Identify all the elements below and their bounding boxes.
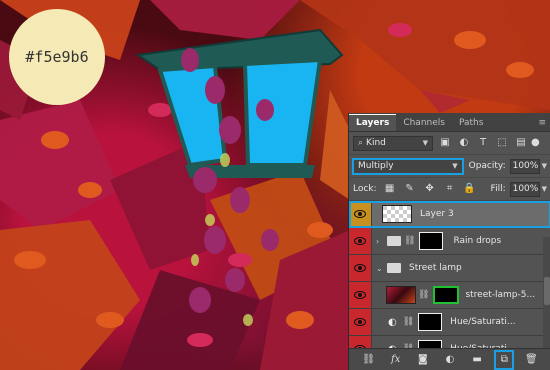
opacity-value: 100% [512, 161, 539, 171]
filter-row: ⌕ Kind ▼ ▣ ◐ T ⬚ ▤ ● [349, 132, 550, 155]
new-layer-icon[interactable]: ⧉ [494, 349, 515, 370]
layer-name: street-lamp-5... [465, 290, 536, 300]
tab-layers[interactable]: Layers [349, 114, 397, 131]
lock-row: Lock: ▦ ✎ ✥ ⌗ 🔒 Fill: 100% ▼ [349, 178, 550, 201]
layer-thumbnail [382, 205, 412, 223]
visibility-eye-icon[interactable] [349, 282, 372, 308]
lock-all-icon[interactable]: 🔒 [463, 182, 477, 196]
adjustment-filter-icon[interactable]: ◐ [457, 136, 471, 150]
layers-scrollbar[interactable] [543, 237, 550, 355]
blend-mode-select[interactable]: Multiply ▼ [353, 158, 463, 174]
blend-mode-value: Multiply [358, 161, 394, 171]
layer-row-layer-3[interactable]: Layer 3 [349, 201, 550, 228]
color-swatch-circle: #f5e9b6 [9, 9, 105, 105]
tab-paths[interactable]: Paths [452, 115, 490, 131]
smart-object-filter-icon[interactable]: ▤ [514, 136, 528, 150]
opacity-dropdown-icon[interactable]: ▼ [542, 162, 547, 170]
chevron-down-icon[interactable]: ⌄ [376, 264, 384, 273]
new-group-folder-icon[interactable]: ▬ [470, 353, 484, 367]
fill-input[interactable]: 100% [509, 181, 540, 197]
link-icon[interactable]: ⛓ [403, 317, 414, 327]
filter-toggle-icon[interactable]: ● [531, 136, 540, 150]
chevron-right-icon[interactable]: › [376, 237, 384, 246]
visibility-eye-icon[interactable] [349, 228, 372, 254]
folder-icon [387, 236, 401, 246]
opacity-input[interactable]: 100% [509, 158, 540, 174]
layer-row-hue-saturation-1[interactable]: ◐ ⛓ Hue/Saturati... [349, 309, 550, 336]
layers-panel: Layers Channels Paths ≡ ⌕ Kind ▼ ▣ ◐ T ⬚… [348, 113, 550, 370]
chevron-down-icon: ▼ [452, 162, 458, 170]
lock-label: Lock: [353, 184, 377, 194]
layer-list: Layer 3 › ⛓ Rain drops ⌄ Street lamp ⛓ s… [349, 201, 550, 363]
lock-position-icon[interactable]: ✥ [423, 182, 437, 196]
add-mask-icon[interactable]: ◙ [416, 353, 430, 367]
blend-row: Multiply ▼ Opacity: 100% ▼ [349, 155, 550, 178]
pixel-filter-icon[interactable]: ▣ [438, 136, 452, 150]
panel-tabs: Layers Channels Paths ≡ [349, 113, 550, 132]
fill-label: Fill: [490, 184, 506, 194]
new-adjustment-icon[interactable]: ◐ [443, 353, 457, 367]
opacity-label: Opacity: [468, 161, 506, 171]
folder-icon [387, 263, 401, 273]
chevron-down-icon: ▼ [422, 139, 428, 147]
layer-name: Rain drops [453, 236, 502, 246]
fill-value: 100% [512, 184, 539, 194]
type-filter-icon[interactable]: T [476, 136, 490, 150]
adjustment-layer-icon: ◐ [388, 316, 397, 328]
layer-name: Layer 3 [420, 209, 454, 219]
layer-row-street-lamp[interactable]: ⌄ Street lamp [349, 255, 550, 282]
layer-name: Street lamp [409, 263, 462, 273]
mask-thumbnail [418, 313, 443, 331]
lock-paint-icon[interactable]: ✎ [403, 182, 417, 196]
layer-row-rain-drops[interactable]: › ⛓ Rain drops [349, 228, 550, 255]
visibility-eye-icon[interactable] [349, 255, 372, 281]
lock-artboard-icon[interactable]: ⌗ [443, 182, 457, 196]
mask-thumbnail[interactable] [433, 286, 460, 304]
fill-dropdown-icon[interactable]: ▼ [542, 185, 547, 193]
visibility-eye-icon[interactable] [349, 309, 372, 335]
delete-layer-icon[interactable]: 🗑 [524, 353, 538, 367]
search-icon: ⌕ [358, 138, 364, 148]
link-layers-icon[interactable]: ⛓ [362, 353, 376, 367]
color-swatch-label: #f5e9b6 [25, 48, 89, 66]
layer-row-street-lamp-image[interactable]: ⛓ street-lamp-5... [349, 282, 550, 309]
scrollbar-thumb[interactable] [544, 277, 550, 305]
lock-transparent-icon[interactable]: ▦ [383, 182, 397, 196]
link-icon[interactable]: ⛓ [404, 236, 415, 246]
layers-bottom-toolbar: ⛓ fx ◙ ◐ ▬ ⧉ 🗑 [349, 348, 550, 370]
shape-filter-icon[interactable]: ⬚ [495, 136, 509, 150]
fx-icon[interactable]: fx [389, 353, 403, 367]
filter-kind-value: Kind [366, 138, 386, 148]
mask-thumbnail [419, 232, 444, 250]
tab-channels[interactable]: Channels [396, 115, 452, 131]
visibility-eye-icon[interactable] [349, 201, 372, 227]
layer-thumbnail [386, 286, 416, 304]
panel-menu-icon[interactable]: ≡ [538, 115, 550, 131]
link-icon[interactable]: ⛓ [418, 290, 429, 300]
layer-name: Hue/Saturati... [450, 317, 516, 327]
filter-kind-select[interactable]: ⌕ Kind ▼ [353, 135, 433, 151]
